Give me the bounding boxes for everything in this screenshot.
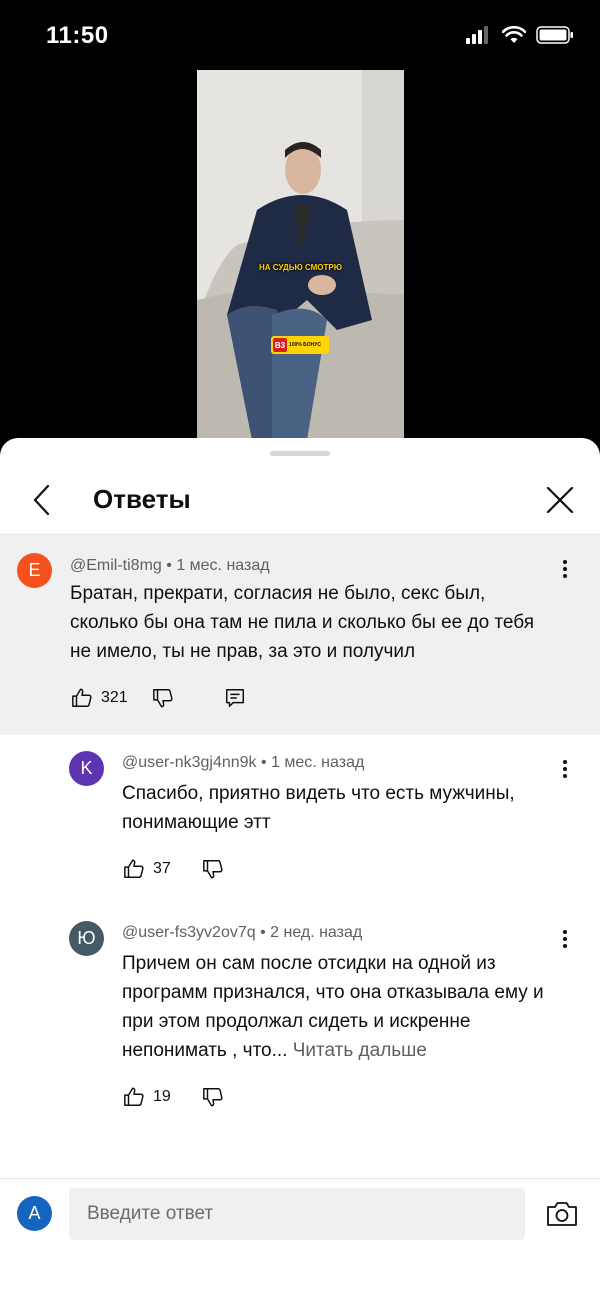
badge-text: 100% БОНУС bbox=[289, 342, 321, 348]
chevron-left-icon bbox=[33, 484, 50, 516]
read-more-link[interactable]: Читать дальше bbox=[293, 1040, 427, 1061]
like-count: 321 bbox=[101, 689, 128, 706]
wifi-icon bbox=[502, 26, 526, 43]
video-player[interactable]: НА СУДЬЮ СМОТРЮ B3 100% БОНУС bbox=[197, 70, 404, 440]
meta-separator: • bbox=[261, 754, 272, 771]
like-button[interactable] bbox=[67, 683, 97, 713]
comment-author[interactable]: @Emil-ti8mg bbox=[70, 557, 162, 574]
more-vert-icon bbox=[563, 930, 567, 948]
comment-time: 2 нед. назад bbox=[270, 924, 363, 941]
comment-text: Спасибо, приятно видеть что есть мужчины… bbox=[122, 783, 515, 833]
more-vert-icon bbox=[563, 760, 567, 778]
reply-composer: A bbox=[0, 1178, 600, 1297]
avatar[interactable]: K bbox=[69, 751, 104, 786]
thumb-up-icon bbox=[124, 859, 144, 878]
comment-meta: @user-fs3yv2ov7q • 2 нед. назад bbox=[122, 924, 362, 942]
video-frame bbox=[197, 70, 404, 440]
sheet-header: Ответы bbox=[0, 468, 600, 534]
comment-meta: @user-nk3gj4nn9k • 1 мес. назад bbox=[122, 754, 364, 772]
comment-text: Братан, прекрати, согласия не было, секс… bbox=[70, 583, 535, 662]
comment-author[interactable]: @user-nk3gj4nn9k bbox=[122, 754, 257, 771]
like-button[interactable] bbox=[119, 854, 149, 884]
avatar[interactable]: E bbox=[17, 553, 52, 588]
dislike-button[interactable] bbox=[148, 683, 178, 713]
parent-comment: E @Emil-ti8mg • 1 мес. назад Братан, пре… bbox=[0, 535, 600, 735]
reply-button[interactable] bbox=[220, 683, 250, 713]
more-vert-icon bbox=[563, 560, 567, 578]
comment-icon bbox=[225, 689, 244, 707]
camera-icon bbox=[547, 1202, 577, 1226]
video-badge: B3 100% БОНУС bbox=[271, 336, 329, 354]
comment-actions: 37 bbox=[119, 854, 228, 884]
comment-meta: @Emil-ti8mg • 1 мес. назад bbox=[70, 557, 270, 575]
thumb-down-icon bbox=[202, 1088, 223, 1107]
more-options-button[interactable] bbox=[553, 554, 577, 584]
thumb-up-icon bbox=[124, 1087, 144, 1106]
dislike-button[interactable] bbox=[198, 854, 228, 884]
camera-button[interactable] bbox=[544, 1198, 580, 1230]
thumb-down-icon bbox=[152, 689, 173, 708]
reply-input[interactable] bbox=[69, 1188, 525, 1240]
close-icon bbox=[546, 486, 574, 514]
status-icons bbox=[466, 26, 574, 44]
back-button[interactable] bbox=[26, 482, 56, 518]
comment-time: 1 мес. назад bbox=[176, 557, 270, 574]
like-button[interactable] bbox=[119, 1082, 149, 1112]
signal-icon bbox=[466, 26, 488, 44]
composer-divider bbox=[0, 1178, 600, 1179]
replies-sheet: Ответы E @Emil-ti8mg • 1 мес. назад Брат… bbox=[0, 438, 600, 1297]
comment-author[interactable]: @user-fs3yv2ov7q bbox=[122, 924, 256, 941]
badge-logo: B3 bbox=[273, 338, 287, 352]
comment-time: 1 мес. назад bbox=[271, 754, 365, 771]
meta-separator: • bbox=[166, 557, 177, 574]
like-count: 37 bbox=[153, 860, 171, 877]
thumb-up-icon bbox=[72, 688, 92, 707]
video-caption: НА СУДЬЮ СМОТРЮ bbox=[259, 263, 342, 272]
battery-icon bbox=[536, 26, 573, 44]
comment-actions: 19 bbox=[119, 1082, 228, 1112]
status-time: 11:50 bbox=[46, 22, 109, 49]
thumb-down-icon bbox=[202, 860, 223, 879]
close-button[interactable] bbox=[542, 482, 578, 518]
like-count: 19 bbox=[153, 1088, 171, 1105]
avatar[interactable]: Ю bbox=[69, 921, 104, 956]
drag-handle[interactable] bbox=[270, 451, 330, 456]
comment-text: Причем он сам после отсидки на одной из … bbox=[122, 949, 567, 1065]
comment-actions: 321 bbox=[67, 683, 250, 713]
status-bar: 11:50 bbox=[0, 0, 600, 70]
meta-separator: • bbox=[260, 924, 271, 941]
sheet-title: Ответы bbox=[93, 484, 191, 514]
dislike-button[interactable] bbox=[198, 1082, 228, 1112]
user-avatar[interactable]: A bbox=[17, 1196, 52, 1231]
